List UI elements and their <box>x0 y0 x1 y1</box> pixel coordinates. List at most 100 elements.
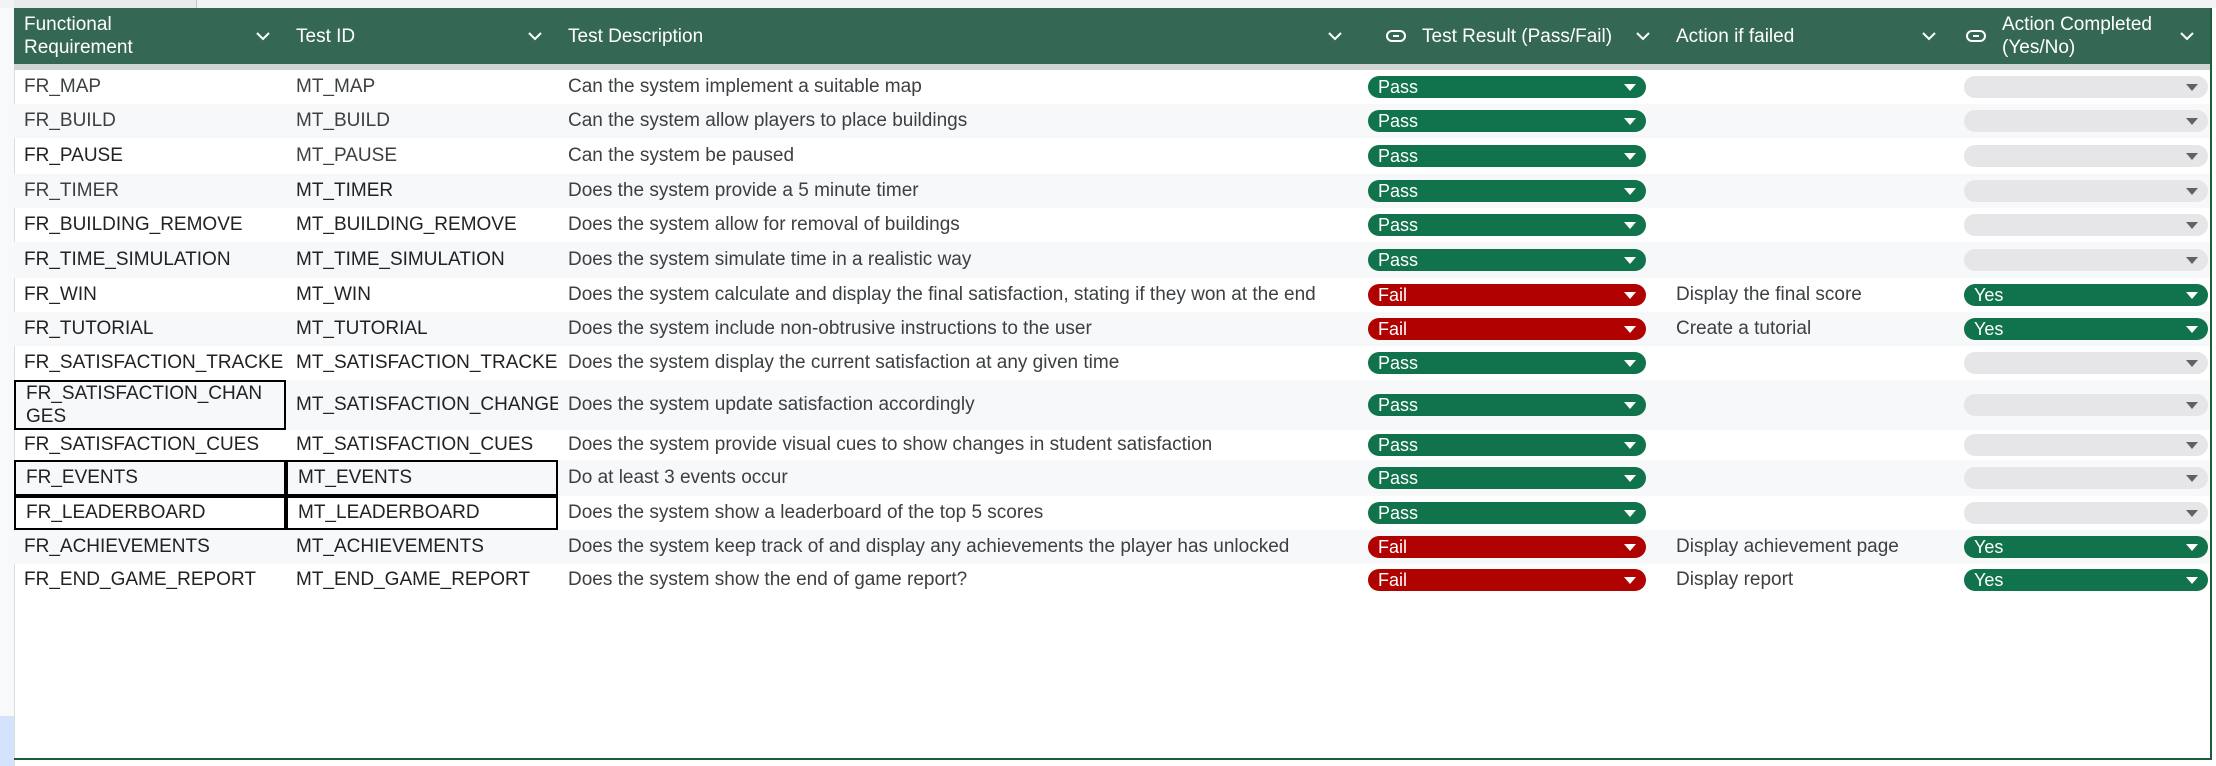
action-if-failed-cell[interactable] <box>1666 208 1952 242</box>
functional-requirement-cell[interactable]: FR_END_GAME_REPORT <box>14 564 286 596</box>
test-description-cell[interactable]: Does the system show the end of game rep… <box>558 564 1358 596</box>
test-id-cell[interactable]: MT_ACHIEVEMENTS <box>286 530 558 564</box>
result-dropdown[interactable]: Pass <box>1368 180 1646 202</box>
functional-requirement-cell[interactable]: FR_BUILDING_REMOVE <box>14 208 286 242</box>
test-id-cell[interactable]: MT_SATISFACTION_CHANGE <box>286 380 558 430</box>
action-if-failed-cell[interactable]: Display report <box>1666 564 1952 596</box>
chevron-down-icon[interactable] <box>1326 27 1344 45</box>
completed-dropdown[interactable] <box>1964 394 2208 416</box>
action-if-failed-cell[interactable]: Display the final score <box>1666 278 1952 312</box>
header-test-id[interactable]: Test ID <box>286 8 558 64</box>
test-result-cell[interactable]: Fail <box>1358 312 1666 346</box>
test-result-cell[interactable]: Pass <box>1358 138 1666 174</box>
test-description-cell[interactable]: Does the system keep track of and displa… <box>558 530 1358 564</box>
functional-requirement-cell[interactable]: FR_MAP <box>14 70 286 104</box>
chevron-down-icon[interactable] <box>254 27 272 45</box>
result-dropdown[interactable]: Fail <box>1368 536 1646 558</box>
action-if-failed-cell[interactable] <box>1666 346 1952 380</box>
functional-requirement-cell[interactable]: FR_BUILD <box>14 104 286 138</box>
functional-requirement-cell[interactable]: FR_LEADERBOARD <box>14 496 286 530</box>
functional-requirement-cell[interactable]: FR_ACHIEVEMENTS <box>14 530 286 564</box>
functional-requirement-cell[interactable]: FR_SATISFACTION_CHAN GES <box>14 380 286 430</box>
completed-dropdown[interactable]: Yes <box>1964 536 2208 558</box>
test-id-cell[interactable]: MT_TUTORIAL <box>286 312 558 346</box>
result-dropdown[interactable]: Pass <box>1368 502 1646 524</box>
action-completed-cell[interactable]: Yes <box>1952 564 2210 596</box>
result-dropdown[interactable]: Pass <box>1368 249 1646 271</box>
result-dropdown[interactable]: Fail <box>1368 318 1646 340</box>
test-result-cell[interactable]: Pass <box>1358 174 1666 208</box>
completed-dropdown[interactable] <box>1964 467 2208 489</box>
test-description-cell[interactable]: Do at least 3 events occur <box>558 460 1358 496</box>
result-dropdown[interactable]: Pass <box>1368 434 1646 456</box>
test-id-cell[interactable]: MT_END_GAME_REPORT <box>286 564 558 596</box>
action-if-failed-cell[interactable]: Display achievement page <box>1666 530 1952 564</box>
header-action-if-failed[interactable]: Action if failed <box>1666 8 1952 64</box>
test-result-cell[interactable]: Pass <box>1358 496 1666 530</box>
result-dropdown[interactable]: Pass <box>1368 76 1646 98</box>
selected-row-indicator[interactable] <box>0 716 14 766</box>
action-completed-cell[interactable] <box>1952 174 2210 208</box>
completed-dropdown[interactable] <box>1964 352 2208 374</box>
test-id-cell[interactable]: MT_TIME_SIMULATION <box>286 242 558 278</box>
test-result-cell[interactable]: Pass <box>1358 70 1666 104</box>
test-id-cell[interactable]: MT_MAP <box>286 70 558 104</box>
test-result-cell[interactable]: Fail <box>1358 278 1666 312</box>
action-completed-cell[interactable] <box>1952 496 2210 530</box>
test-result-cell[interactable]: Fail <box>1358 530 1666 564</box>
functional-requirement-cell[interactable]: FR_TIME_SIMULATION <box>14 242 286 278</box>
action-completed-cell[interactable] <box>1952 208 2210 242</box>
result-dropdown[interactable]: Pass <box>1368 394 1646 416</box>
test-result-cell[interactable]: Fail <box>1358 564 1666 596</box>
completed-dropdown[interactable]: Yes <box>1964 569 2208 591</box>
test-id-cell[interactable]: MT_BUILDING_REMOVE <box>286 208 558 242</box>
test-id-cell[interactable]: MT_SATISFACTION_TRACKE <box>286 346 558 380</box>
action-completed-cell[interactable]: Yes <box>1952 530 2210 564</box>
test-description-cell[interactable]: Does the system allow for removal of bui… <box>558 208 1358 242</box>
action-completed-cell[interactable]: Yes <box>1952 278 2210 312</box>
test-description-cell[interactable]: Does the system calculate and display th… <box>558 278 1358 312</box>
action-if-failed-cell[interactable] <box>1666 460 1952 496</box>
test-description-cell[interactable]: Does the system display the current sati… <box>558 346 1358 380</box>
action-if-failed-cell[interactable] <box>1666 138 1952 174</box>
test-description-cell[interactable]: Does the system show a leaderboard of th… <box>558 496 1358 530</box>
action-completed-cell[interactable] <box>1952 380 2210 430</box>
functional-requirement-cell[interactable]: FR_TIMER <box>14 174 286 208</box>
test-result-cell[interactable]: Pass <box>1358 430 1666 460</box>
action-completed-cell[interactable] <box>1952 70 2210 104</box>
test-result-cell[interactable]: Pass <box>1358 380 1666 430</box>
chevron-down-icon[interactable] <box>1634 27 1652 45</box>
test-description-cell[interactable]: Does the system simulate time in a reali… <box>558 242 1358 278</box>
action-completed-cell[interactable] <box>1952 104 2210 138</box>
test-id-cell[interactable]: MT_TIMER <box>286 174 558 208</box>
test-id-cell[interactable]: MT_EVENTS <box>286 460 558 496</box>
test-result-cell[interactable]: Pass <box>1358 460 1666 496</box>
action-if-failed-cell[interactable] <box>1666 496 1952 530</box>
result-dropdown[interactable]: Pass <box>1368 214 1646 236</box>
column-a-header[interactable] <box>14 0 197 8</box>
completed-dropdown[interactable] <box>1964 145 2208 167</box>
test-result-cell[interactable]: Pass <box>1358 208 1666 242</box>
completed-dropdown[interactable]: Yes <box>1964 318 2208 340</box>
action-if-failed-cell[interactable] <box>1666 430 1952 460</box>
test-id-cell[interactable]: MT_SATISFACTION_CUES <box>286 430 558 460</box>
action-if-failed-cell[interactable] <box>1666 104 1952 138</box>
test-description-cell[interactable]: Can the system be paused <box>558 138 1358 174</box>
completed-dropdown[interactable] <box>1964 502 2208 524</box>
functional-requirement-cell[interactable]: FR_SATISFACTION_CUES <box>14 430 286 460</box>
test-description-cell[interactable]: Does the system provide visual cues to s… <box>558 430 1358 460</box>
functional-requirement-cell[interactable]: FR_WIN <box>14 278 286 312</box>
result-dropdown[interactable]: Pass <box>1368 145 1646 167</box>
action-completed-cell[interactable] <box>1952 430 2210 460</box>
test-id-cell[interactable]: MT_PAUSE <box>286 138 558 174</box>
functional-requirement-cell[interactable]: FR_PAUSE <box>14 138 286 174</box>
action-if-failed-cell[interactable] <box>1666 174 1952 208</box>
action-completed-cell[interactable]: Yes <box>1952 312 2210 346</box>
test-description-cell[interactable]: Can the system implement a suitable map <box>558 70 1358 104</box>
header-action-completed[interactable]: Action Completed (Yes/No) <box>1952 8 2210 64</box>
functional-requirement-cell[interactable]: FR_EVENTS <box>14 460 286 496</box>
test-id-cell[interactable]: MT_LEADERBOARD <box>286 496 558 530</box>
result-dropdown[interactable]: Pass <box>1368 352 1646 374</box>
test-id-cell[interactable]: MT_BUILD <box>286 104 558 138</box>
corner-cell[interactable] <box>0 0 15 8</box>
